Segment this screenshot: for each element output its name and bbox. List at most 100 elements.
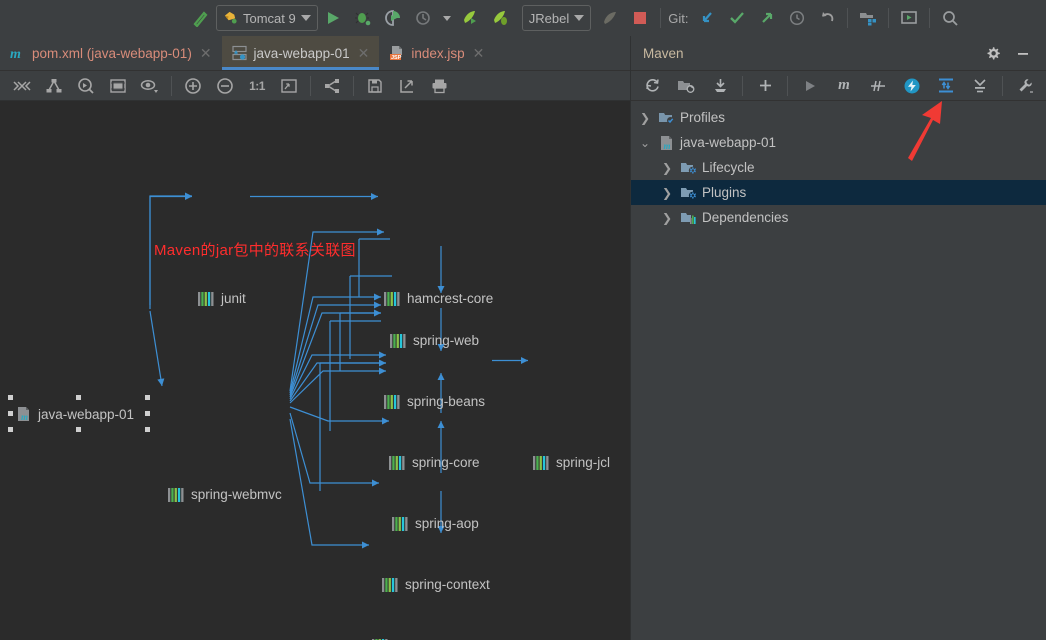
reload-all-projects-icon[interactable] <box>635 73 669 99</box>
show-dependencies-icon[interactable] <box>316 74 348 98</box>
tree-row-profiles[interactable]: ❯ Profiles <box>631 105 1046 130</box>
tree-row-plugins[interactable]: ❯ Plugins <box>631 180 1046 205</box>
profiler-icon[interactable] <box>408 5 438 31</box>
tree-row-java-webapp-01[interactable]: ⌄ m java-webapp-01 <box>631 130 1046 155</box>
toggle-offline-mode-icon[interactable] <box>895 73 929 99</box>
jar-icon <box>390 333 407 348</box>
diagram-toolbar: 1:1 <box>0 71 630 101</box>
jar-icon <box>384 291 401 306</box>
update-project-icon[interactable] <box>692 5 722 31</box>
close-icon[interactable]: ✕ <box>473 46 485 60</box>
gear-icon[interactable] <box>978 40 1008 66</box>
jrebel-logo-icon[interactable] <box>595 5 625 31</box>
expand-all-icon[interactable] <box>929 73 963 99</box>
diagram-node-spring-context[interactable]: spring-context <box>382 577 490 592</box>
chevron-right-icon[interactable]: ❯ <box>659 160 675 176</box>
diagram-node-hamcrest-core[interactable]: hamcrest-core <box>384 291 493 306</box>
diagram-title: Maven的jar包中的联系关联图 <box>154 242 356 259</box>
toolbar-divider-3 <box>888 8 890 28</box>
push-icon[interactable] <box>752 5 782 31</box>
jsp-file-icon: JSP <box>389 45 405 61</box>
profiler-dropdown-icon[interactable] <box>438 5 456 31</box>
chevron-down-icon[interactable] <box>300 15 311 21</box>
chevron-down-icon[interactable] <box>574 15 585 21</box>
layout-icon[interactable] <box>38 74 70 98</box>
commit-icon[interactable] <box>722 5 752 31</box>
maven-projects-tree[interactable]: ❯ Profiles ⌄ m java-webapp-01 ❯ Lifecycl… <box>631 101 1046 230</box>
generate-sources-icon[interactable] <box>669 73 703 99</box>
jar-icon <box>533 455 550 470</box>
zoom-out-icon[interactable] <box>209 74 241 98</box>
diagram-node-spring-aop[interactable]: spring-aop <box>392 516 479 531</box>
diagram-node-spring-beans[interactable]: spring-beans <box>384 394 485 409</box>
actual-size-icon[interactable]: 1:1 <box>241 74 273 98</box>
download-sources-icon[interactable] <box>703 73 737 99</box>
tab-java-webapp-01-diagram[interactable]: java-webapp-01 ✕ <box>221 36 380 70</box>
search-everywhere-icon[interactable] <box>935 5 965 31</box>
node-label: spring-beans <box>407 394 486 409</box>
chevron-down-icon[interactable]: ⌄ <box>637 135 653 151</box>
maven-toolbar-divider <box>742 75 743 96</box>
minimize-icon[interactable] <box>1008 40 1038 66</box>
debug-icon[interactable] <box>348 5 378 31</box>
jrebel-run-icon[interactable] <box>456 5 486 31</box>
node-label: junit <box>221 291 246 306</box>
maven-run-icon[interactable]: m <box>827 73 861 99</box>
tree-row-label: Dependencies <box>702 210 789 225</box>
expand-collapse-icon[interactable] <box>6 74 38 98</box>
maven-settings-icon[interactable] <box>1008 73 1042 99</box>
run-configuration-selector[interactable]: Tomcat 9 <box>216 5 318 31</box>
run-with-coverage-icon[interactable] <box>378 5 408 31</box>
history-icon[interactable] <box>782 5 812 31</box>
add-maven-project-icon[interactable] <box>748 73 782 99</box>
tree-row-dependencies[interactable]: ❯ Dependencies <box>631 205 1046 230</box>
node-label: spring-jcl <box>556 455 611 470</box>
undo-icon[interactable] <box>812 5 842 31</box>
hammer-icon[interactable] <box>186 5 216 31</box>
zoom-in-icon[interactable] <box>177 74 209 98</box>
git-label: Git: <box>668 10 689 26</box>
tree-row-lifecycle[interactable]: ❯ Lifecycle <box>631 155 1046 180</box>
node-label: spring-context <box>405 577 490 592</box>
visibility-icon[interactable] <box>134 74 166 98</box>
fit-content-icon[interactable] <box>273 74 305 98</box>
chevron-right-icon[interactable]: ❯ <box>659 210 675 226</box>
run-anything-icon[interactable] <box>894 5 924 31</box>
tree-row-label: Lifecycle <box>702 160 755 175</box>
jar-icon <box>392 516 409 531</box>
stop-icon[interactable] <box>625 5 655 31</box>
chevron-right-icon[interactable]: ❯ <box>659 185 675 201</box>
export-to-file-icon[interactable] <box>359 74 391 98</box>
print-icon[interactable] <box>423 74 455 98</box>
tab-index-jsp[interactable]: JSP index.jsp ✕ <box>379 36 494 70</box>
diagram-node-spring-web[interactable]: spring-web <box>390 333 479 348</box>
jrebel-debug-icon[interactable] <box>486 5 516 31</box>
maven-panel-toolbar: m <box>631 71 1046 101</box>
show-structure-icon[interactable] <box>102 74 134 98</box>
node-label: java-webapp-01 <box>38 406 135 422</box>
diagram-node-root[interactable]: m java-webapp-01 <box>16 406 134 422</box>
tree-row-label: Plugins <box>702 185 747 200</box>
run-icon[interactable] <box>318 5 348 31</box>
diagram-node-junit[interactable]: junit <box>198 291 246 306</box>
diagram-canvas[interactable]: Maven的jar包中的联系关联图 m java-webapp-01 junit <box>0 101 630 640</box>
fit-selection-icon[interactable] <box>70 74 102 98</box>
jrebel-selector[interactable]: JRebel <box>521 5 592 31</box>
tab-label: java-webapp-01 <box>253 45 350 61</box>
collapse-all-icon[interactable] <box>963 73 997 99</box>
chevron-right-icon[interactable]: ❯ <box>637 110 653 126</box>
tab-pom-xml[interactable]: m pom.xml (java-webapp-01) ✕ <box>0 36 222 70</box>
execute-goal-icon[interactable] <box>793 73 827 99</box>
svg-text:m: m <box>664 141 671 151</box>
diagram-node-spring-webmvc[interactable]: spring-webmvc <box>168 487 282 502</box>
tab-label: pom.xml (java-webapp-01) <box>32 45 192 61</box>
jrebel-label: JRebel <box>528 10 570 26</box>
diagram-node-spring-core[interactable]: spring-core <box>389 455 480 470</box>
export-image-icon[interactable] <box>391 74 423 98</box>
diagram-node-spring-jcl[interactable]: spring-jcl <box>533 455 610 470</box>
jar-icon <box>389 455 406 470</box>
project-structure-icon[interactable] <box>853 5 883 31</box>
toggle-skip-tests-icon[interactable] <box>861 73 895 99</box>
close-icon[interactable]: ✕ <box>200 46 212 60</box>
close-icon[interactable]: ✕ <box>358 46 370 60</box>
